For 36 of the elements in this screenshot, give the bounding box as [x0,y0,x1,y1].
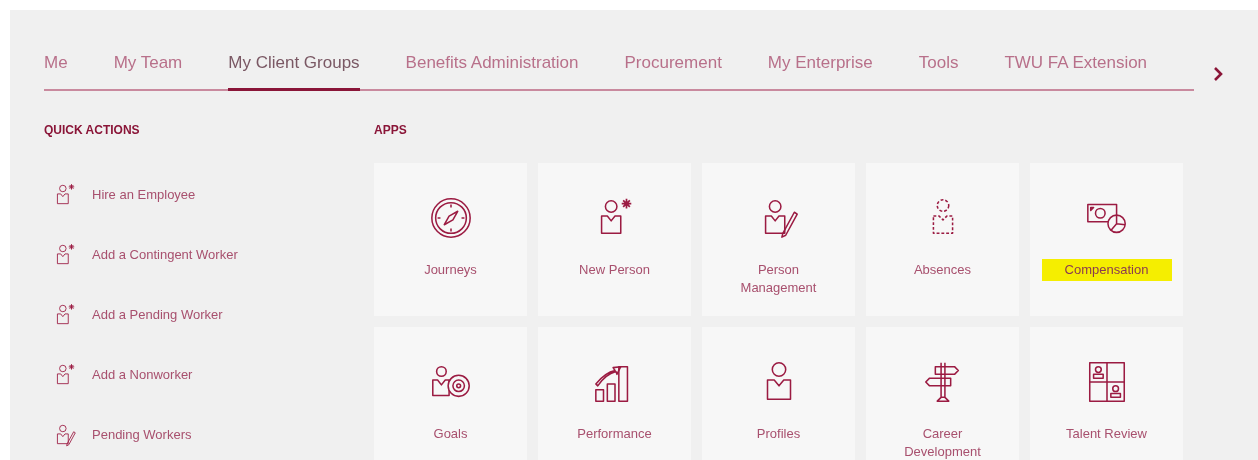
section-heading: QUICK ACTIONS [44,121,140,139]
quick-action-link[interactable]: Add a Pending Worker [92,304,223,325]
app-tile[interactable]: Performance [538,326,691,460]
app-label: New Person [578,260,651,279]
quick-action-link[interactable]: Add a Contingent Worker [92,244,238,265]
app-label: Journeys [423,260,478,279]
app-label: Absences [912,260,973,279]
chevron-right-icon[interactable] [1212,65,1224,82]
app-tile[interactable]: Journeys [374,162,527,316]
app-tile[interactable]: Absences [866,162,1019,316]
nav-tab[interactable]: Me [44,50,68,91]
quick-action-link[interactable]: Pending Workers [92,424,192,445]
section-heading: APPS [374,121,407,139]
quick-action-link[interactable]: Hire an Employee [92,184,196,205]
app-tile[interactable]: Compensation [1030,162,1183,316]
nav-tab[interactable]: Tools [918,50,959,91]
app-tile[interactable]: New Person [538,162,691,316]
app-label: Goals [432,424,469,443]
app-tile[interactable]: Profiles [702,326,855,460]
nav-tab[interactable]: My Team [113,50,183,91]
app-tile[interactable]: Career Development [866,326,1019,460]
quick-action-link[interactable]: Add a Nonworker [92,364,193,385]
nav-tab[interactable]: TWU FA Extension [1004,50,1148,91]
nav-tab[interactable]: My Enterprise [767,50,873,91]
app-label: Performance [576,424,653,443]
app-label: Compensation [1041,258,1172,281]
nav-tab[interactable]: My Client Groups [228,50,360,91]
app-tile[interactable]: Talent Review [1030,326,1183,460]
app-tile[interactable]: Goals [374,326,527,460]
app-label: Talent Review [1065,424,1148,443]
app-tile[interactable]: Person Management [702,162,855,316]
app-label: Person Management [739,260,818,297]
app-label: Career Development [903,424,982,460]
nav-tab[interactable]: Benefits Administration [405,50,579,91]
app-label: Profiles [755,424,802,443]
nav-tab[interactable]: Procurement [624,50,722,91]
